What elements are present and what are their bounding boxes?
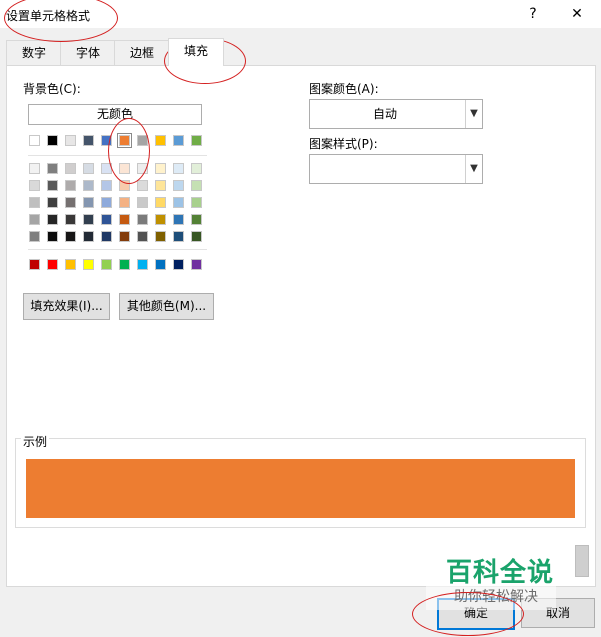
tint-swatch[interactable] [65, 231, 76, 242]
tab-border[interactable]: 边框 [114, 40, 170, 66]
theme-swatch[interactable] [173, 135, 184, 146]
tint-swatch[interactable] [137, 197, 148, 208]
tab-font[interactable]: 字体 [60, 40, 116, 66]
tint-swatch[interactable] [119, 214, 130, 225]
standard-swatch[interactable] [101, 259, 112, 270]
tint-swatch[interactable] [83, 214, 94, 225]
tint-swatch[interactable] [173, 197, 184, 208]
pattern-color-value: 自动 [372, 107, 397, 121]
tint-swatch[interactable] [101, 214, 112, 225]
tint-swatch[interactable] [83, 197, 94, 208]
standard-swatch[interactable] [155, 259, 166, 270]
tint-swatch[interactable] [173, 163, 184, 174]
standard-swatch[interactable] [173, 259, 184, 270]
pattern-color-label: 图案颜色(A): [309, 82, 379, 96]
sample-preview [26, 459, 575, 518]
tint-swatch[interactable] [155, 231, 166, 242]
chevron-down-icon: ▼ [465, 155, 482, 183]
tint-swatch[interactable] [191, 180, 202, 191]
tint-swatch[interactable] [29, 231, 40, 242]
tint-swatch[interactable] [155, 180, 166, 191]
tint-swatch[interactable] [137, 231, 148, 242]
no-color-button[interactable]: 无颜色 [28, 104, 202, 125]
tint-swatch[interactable] [47, 180, 58, 191]
tint-swatch[interactable] [137, 180, 148, 191]
tab-number[interactable]: 数字 [6, 40, 62, 66]
tint-swatch[interactable] [47, 231, 58, 242]
tint-swatch[interactable] [173, 231, 184, 242]
standard-swatch[interactable] [29, 259, 40, 270]
tint-swatch[interactable] [65, 163, 76, 174]
tint-swatch[interactable] [101, 231, 112, 242]
sample-label: 示例 [21, 433, 50, 450]
fill-panel: 背景色(C): 无颜色 填充效果(I)... 其他颜色(M)... 图案颜色(A… [6, 65, 596, 587]
palette-divider [28, 249, 207, 250]
tint-swatch[interactable] [119, 197, 130, 208]
tint-swatch[interactable] [155, 163, 166, 174]
tint-swatch[interactable] [119, 231, 130, 242]
tint-swatch[interactable] [155, 197, 166, 208]
tint-swatch[interactable] [191, 163, 202, 174]
more-colors-button[interactable]: 其他颜色(M)... [119, 293, 214, 320]
annotation-circle-swatch [108, 118, 150, 184]
tint-swatch[interactable] [83, 180, 94, 191]
theme-swatch[interactable] [83, 135, 94, 146]
theme-swatch[interactable] [155, 135, 166, 146]
tint-swatch[interactable] [29, 197, 40, 208]
tint-swatch[interactable] [65, 180, 76, 191]
theme-swatch[interactable] [29, 135, 40, 146]
tint-swatch[interactable] [173, 180, 184, 191]
tint-swatch[interactable] [101, 197, 112, 208]
standard-swatch[interactable] [65, 259, 76, 270]
tab-fill[interactable]: 填充 [168, 38, 224, 66]
annotation-circle-ok [412, 592, 524, 636]
tint-swatch[interactable] [29, 214, 40, 225]
pattern-style-label: 图案样式(P): [309, 137, 378, 151]
tint-swatch[interactable] [173, 214, 184, 225]
standard-swatch[interactable] [83, 259, 94, 270]
annotation-circle-title [4, 0, 118, 42]
standard-swatch[interactable] [47, 259, 58, 270]
chevron-down-icon: ▼ [465, 100, 482, 128]
tint-swatch[interactable] [83, 163, 94, 174]
tint-swatch[interactable] [29, 163, 40, 174]
tint-swatch[interactable] [155, 214, 166, 225]
tint-swatch[interactable] [65, 214, 76, 225]
tint-swatch[interactable] [191, 197, 202, 208]
tint-swatch[interactable] [83, 231, 94, 242]
tint-swatch[interactable] [47, 197, 58, 208]
tint-swatch[interactable] [191, 214, 202, 225]
watermark-title: 百科全说 [446, 558, 555, 588]
fill-effects-button[interactable]: 填充效果(I)... [23, 293, 110, 320]
standard-swatch[interactable] [137, 259, 148, 270]
tint-swatch[interactable] [47, 214, 58, 225]
theme-swatch[interactable] [65, 135, 76, 146]
pattern-color-dropdown[interactable]: 自动 ▼ [309, 99, 483, 129]
tint-swatch[interactable] [101, 180, 112, 191]
scroll-thumb[interactable] [575, 545, 589, 577]
close-button[interactable]: ✕ [562, 2, 592, 26]
help-button[interactable]: ? [518, 2, 548, 26]
theme-swatch[interactable] [191, 135, 202, 146]
tint-swatch[interactable] [47, 163, 58, 174]
tint-swatch[interactable] [137, 214, 148, 225]
standard-swatch[interactable] [119, 259, 130, 270]
tint-swatch[interactable] [65, 197, 76, 208]
standard-swatch[interactable] [191, 259, 202, 270]
tint-swatch[interactable] [29, 180, 40, 191]
background-color-label: 背景色(C): [23, 82, 81, 96]
pattern-style-dropdown[interactable]: ▼ [309, 154, 483, 184]
tint-swatch[interactable] [191, 231, 202, 242]
theme-swatch[interactable] [47, 135, 58, 146]
